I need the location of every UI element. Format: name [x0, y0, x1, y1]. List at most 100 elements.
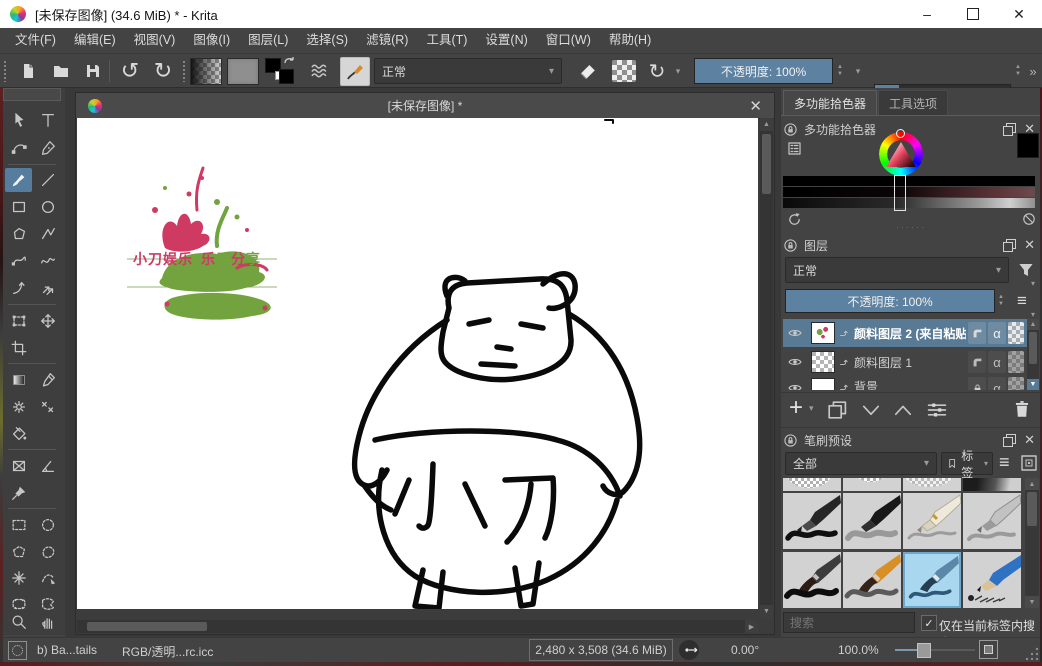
preset-paint-basic[interactable] [783, 552, 841, 608]
display-mode-button[interactable] [1019, 453, 1039, 473]
subwindow-close-button[interactable]: ✕ [749, 97, 762, 115]
tab-tool-options[interactable]: 工具选项 [878, 90, 948, 115]
tool-polygon-select[interactable] [5, 540, 32, 564]
layer-properties-button[interactable] [925, 398, 949, 422]
tool-pan[interactable] [34, 610, 61, 634]
tool-rectangle[interactable] [5, 195, 32, 219]
tool-move[interactable] [34, 309, 61, 333]
saturation-triangle[interactable] [885, 140, 918, 170]
preserve-alpha-button[interactable] [612, 60, 636, 82]
pattern-selector[interactable] [227, 58, 259, 85]
opacity-slider[interactable]: 不透明度: 100% [694, 58, 833, 84]
tool-ellipse[interactable] [34, 195, 61, 219]
tool-smart-patch[interactable] [34, 395, 61, 419]
panel-lock-icon[interactable] [783, 433, 798, 448]
preset-filter-dropdown[interactable]: 全部 ▾ [785, 452, 937, 475]
brush-size-indicator-icon[interactable] [678, 639, 702, 661]
float-panel-icon[interactable] [1003, 239, 1016, 252]
preset-ink-gpen[interactable] [783, 493, 841, 549]
reload-preset-button[interactable]: ↻ [644, 56, 670, 86]
open-document-button[interactable] [46, 58, 76, 84]
save-button[interactable] [79, 58, 107, 84]
layer-row-paint-layer-1[interactable]: 颜料图层 1 α [783, 348, 1027, 376]
layer-visibility-icon[interactable] [787, 325, 803, 341]
tool-reference-images[interactable] [5, 481, 32, 505]
tool-select-shapes[interactable] [5, 108, 32, 132]
zoom-level-value[interactable]: 100.0% [838, 643, 879, 657]
tool-transform[interactable] [5, 309, 32, 333]
maximize-button[interactable] [950, 0, 996, 28]
gradient-selector[interactable] [190, 58, 222, 85]
close-panel-icon[interactable]: ✕ [1024, 432, 1035, 448]
preset-pencil-silver[interactable] [963, 493, 1021, 549]
layers-menu-icon[interactable]: ≡ [1017, 291, 1027, 311]
layer-thumbnail[interactable] [811, 351, 835, 373]
add-layer-button[interactable]: + [789, 394, 803, 422]
layers-scroll-thumb[interactable] [1029, 332, 1037, 364]
duplicate-layer-button[interactable] [825, 398, 849, 422]
scroll-up-button[interactable]: ▲ [1025, 478, 1039, 490]
scope-checkbox[interactable]: ✓ [921, 615, 937, 631]
panel-lock-icon[interactable] [783, 238, 798, 253]
canvas-only-mode-button[interactable] [979, 640, 998, 659]
tab-advanced-color-selector[interactable]: 多功能拾色器 [783, 90, 877, 115]
scroll-down-button[interactable]: ▼ [1025, 596, 1039, 608]
toolbar-grip[interactable] [3, 60, 7, 82]
tool-freehand-select[interactable] [34, 540, 61, 564]
scroll-down-button[interactable]: ▼ [1027, 379, 1039, 390]
scroll-right-button[interactable]: ▶ [745, 620, 758, 633]
selection-mode-label[interactable]: b) Ba...tails [37, 643, 97, 657]
menu-edit[interactable]: 编辑(E) [65, 28, 125, 53]
preset-watercolor-brush-selected[interactable] [903, 552, 961, 608]
edit-brush-settings-button[interactable] [340, 57, 370, 86]
inherit-alpha-toggle[interactable] [968, 322, 986, 344]
canvas-rotation-value[interactable]: 0.00° [731, 643, 759, 657]
color-profile-label[interactable]: RGB/透明...rc.icc [122, 643, 213, 660]
foreground-background-colors[interactable] [264, 57, 298, 85]
close-panel-icon[interactable]: ✕ [1024, 237, 1035, 253]
scroll-up-button[interactable]: ▲ [760, 118, 773, 131]
preset-eraser-small[interactable] [843, 478, 901, 491]
menu-filter[interactable]: 滤镜(R) [357, 28, 417, 53]
hue-marker[interactable] [896, 129, 905, 138]
swap-colors-icon[interactable] [282, 55, 296, 69]
menu-window[interactable]: 窗口(W) [537, 28, 600, 53]
preset-eraser-circle[interactable] [783, 478, 841, 491]
tool-edit-shapes[interactable] [5, 136, 32, 160]
tool-polygon[interactable] [5, 222, 32, 246]
opacity-options-dropdown[interactable]: ▾ [851, 64, 865, 78]
preset-pencil-blue[interactable] [963, 552, 1021, 608]
horizontal-scroll-thumb[interactable] [87, 622, 207, 631]
resize-grip-icon[interactable] [1026, 647, 1039, 660]
selector-settings-icon[interactable] [786, 140, 803, 157]
preset-paint-details[interactable] [843, 552, 901, 608]
zoom-slider-handle[interactable] [917, 643, 931, 658]
tool-crop[interactable] [5, 336, 32, 360]
tool-gradient[interactable] [5, 368, 32, 392]
layer-thumbnail[interactable] [811, 378, 835, 390]
menu-image[interactable]: 图像(I) [184, 28, 239, 53]
preset-ink-pen-white[interactable] [903, 493, 961, 549]
menu-help[interactable]: 帮助(H) [600, 28, 660, 53]
tool-pattern-edit[interactable] [5, 395, 32, 419]
chevron-down-icon[interactable]: ▾ [1031, 310, 1035, 319]
tool-zoom[interactable] [5, 610, 32, 634]
brush-size-spinner[interactable]: ▲▼ [1012, 58, 1024, 84]
menu-file[interactable]: 文件(F) [6, 28, 65, 53]
toolbox-handle[interactable] [3, 88, 61, 101]
delete-layer-button[interactable] [1011, 398, 1033, 420]
tool-ellipse-select[interactable] [34, 513, 61, 537]
vertical-scroll-thumb[interactable] [762, 134, 771, 194]
new-document-button[interactable] [13, 58, 43, 84]
menu-tools[interactable]: 工具(T) [417, 28, 476, 53]
reload-preset-dropdown[interactable]: ▾ [672, 64, 684, 78]
eraser-mode-button[interactable] [570, 57, 604, 85]
add-layer-dropdown[interactable]: ▾ [809, 403, 814, 414]
opacity-spinner[interactable]: ▲▼ [834, 58, 846, 84]
panel-lock-icon[interactable] [783, 122, 798, 137]
tool-bezier-curve[interactable] [5, 249, 32, 273]
move-layer-down-button[interactable] [859, 398, 883, 422]
layer-opacity-spinner[interactable]: ▲▼ [995, 289, 1007, 313]
layer-lock-toggle[interactable] [968, 377, 986, 390]
selection-mode-icon[interactable] [8, 641, 27, 660]
